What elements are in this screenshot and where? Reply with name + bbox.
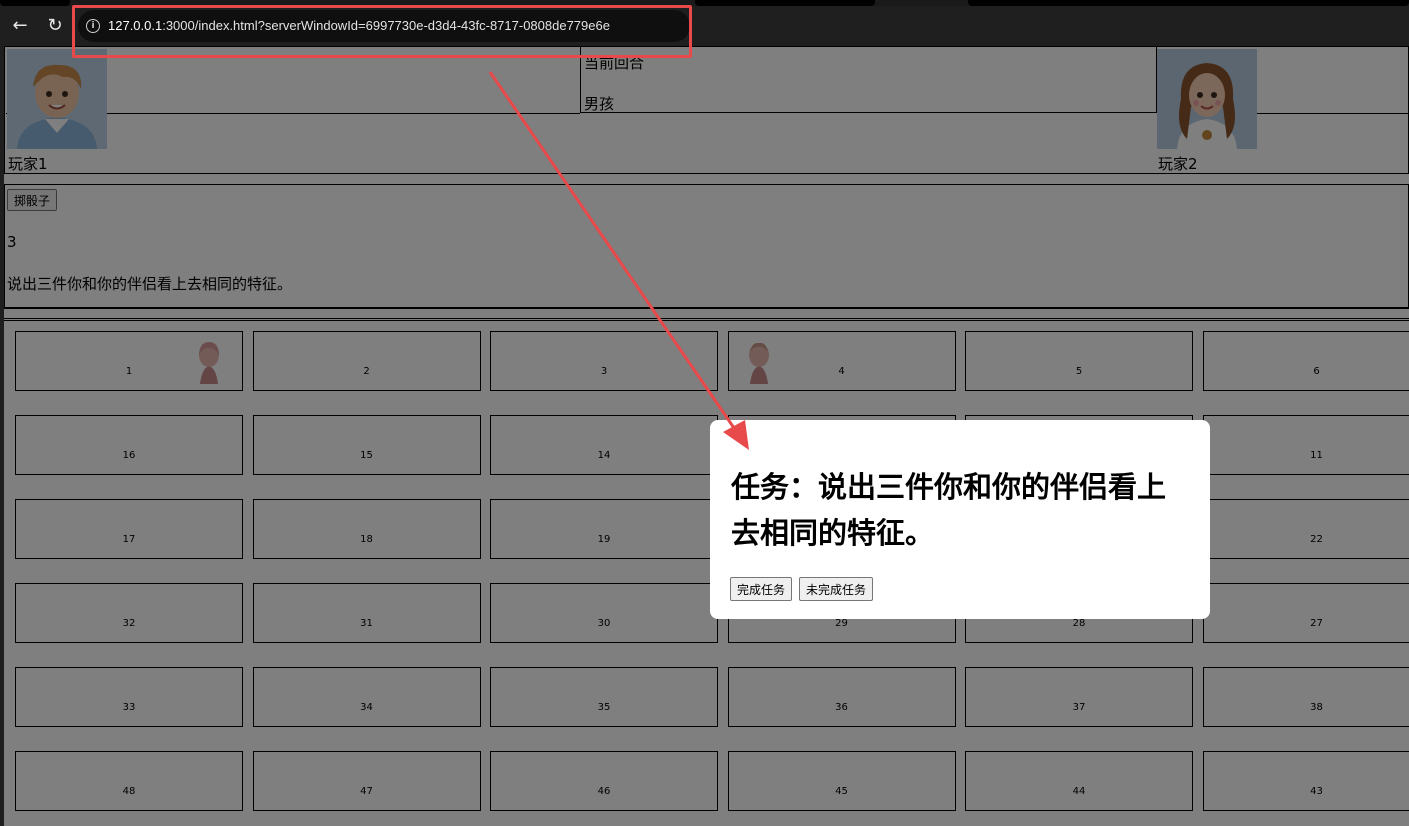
back-icon[interactable]: ←: [9, 15, 31, 37]
annotation-highlight-box: [72, 5, 692, 58]
task-modal: 任务：说出三件你和你的伴侣看上去相同的特征。 完成任务 未完成任务: [710, 420, 1210, 619]
reload-icon[interactable]: ↻: [44, 15, 66, 37]
complete-task-button[interactable]: 完成任务: [730, 577, 793, 601]
modal-task-title: 任务：说出三件你和你的伴侣看上去相同的特征。: [731, 470, 1167, 550]
incomplete-task-button[interactable]: 未完成任务: [799, 577, 874, 601]
